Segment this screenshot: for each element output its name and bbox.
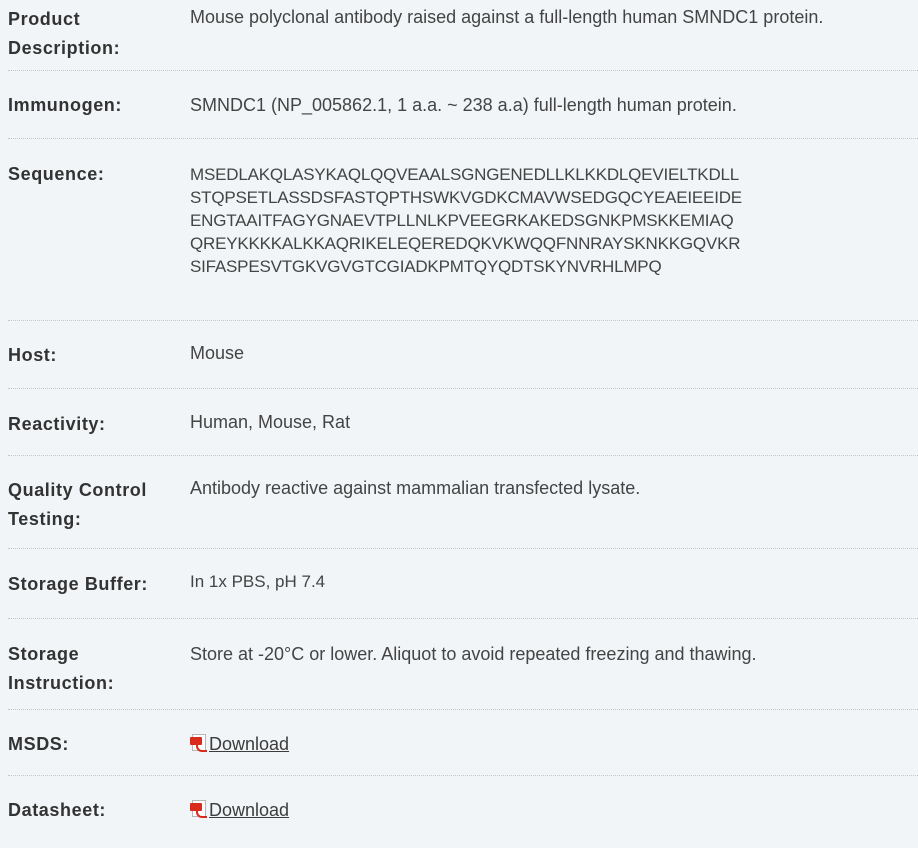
value-product-description: Mouse polyclonal antibody raised against… <box>190 7 824 27</box>
value-quality-control: Antibody reactive against mammalian tran… <box>190 478 641 498</box>
row-reactivity: Reactivity: Human, Mouse, Rat <box>8 389 918 456</box>
row-quality-control: Quality Control Testing: Antibody reacti… <box>8 456 918 549</box>
value-datasheet: Download <box>190 796 918 846</box>
row-product-description: Product Description: Mouse polyclonal an… <box>8 0 918 71</box>
row-storage-buffer: Storage Buffer: In 1x PBS, pH 7.4 <box>8 549 918 619</box>
pdf-icon[interactable] <box>190 799 207 818</box>
label-reactivity: Reactivity: <box>8 414 106 434</box>
sequence-line: MSEDLAKQLASYKAQLQQVEAALSGNGENEDLLKLKKDLQ… <box>190 165 740 184</box>
sequence-line: STQPSETLASSDSFASTQPTHSWKVGDKCMAVWSEDGQCY… <box>190 188 742 207</box>
sequence-line: QREYKKKKALKKAQRIKELEQEREDQKVKWQQFNNRAYSK… <box>190 234 741 253</box>
label-product-description: Product Description: <box>8 9 121 58</box>
value-reactivity: Human, Mouse, Rat <box>190 412 351 432</box>
label-immunogen: Immunogen: <box>8 95 122 115</box>
row-msds: MSDS: Download <box>8 710 918 776</box>
datasheet-download-link[interactable]: Download <box>209 799 289 822</box>
value-storage-instruction: Store at -20°C or lower. Aliquot to avoi… <box>190 644 757 664</box>
label-storage-instruction: Storage Instruction: <box>8 644 115 693</box>
value-storage-buffer: In 1x PBS, pH 7.4 <box>190 572 326 591</box>
msds-download-link[interactable]: Download <box>209 733 289 756</box>
pdf-icon[interactable] <box>190 733 207 752</box>
value-msds: Download <box>190 730 918 775</box>
row-sequence: Sequence: MSEDLAKQLASYKAQLQQVEAALSGNGENE… <box>8 139 918 321</box>
label-storage-buffer: Storage Buffer: <box>8 574 149 594</box>
value-sequence: MSEDLAKQLASYKAQLQQVEAALSGNGENEDLLKLKKDLQ… <box>190 160 918 320</box>
value-immunogen: SMNDC1 (NP_005862.1, 1 a.a. ~ 238 a.a) f… <box>190 95 737 115</box>
spec-table: Product Description: Mouse polyclonal an… <box>0 0 918 846</box>
label-sequence: Sequence: <box>8 164 105 184</box>
label-datasheet: Datasheet: <box>8 800 107 820</box>
row-immunogen: Immunogen: SMNDC1 (NP_005862.1, 1 a.a. ~… <box>8 71 918 139</box>
label-msds: MSDS: <box>8 734 69 754</box>
row-datasheet: Datasheet: Download <box>8 776 918 846</box>
value-host: Mouse <box>190 343 245 363</box>
row-host: Host: Mouse <box>8 321 918 389</box>
label-quality-control: Quality Control Testing: <box>8 480 147 529</box>
sequence-line: ENGTAAITFAGYGNAEVTPLLNLKPVEEGRKAKEDSGNKP… <box>190 211 734 230</box>
sequence-line: SIFASPESVTGKVGVGTCGIADKPMTQYQDTSKYNVRHLM… <box>190 257 662 276</box>
label-host: Host: <box>8 345 57 365</box>
row-storage-instruction: Storage Instruction: Store at -20°C or l… <box>8 619 918 710</box>
